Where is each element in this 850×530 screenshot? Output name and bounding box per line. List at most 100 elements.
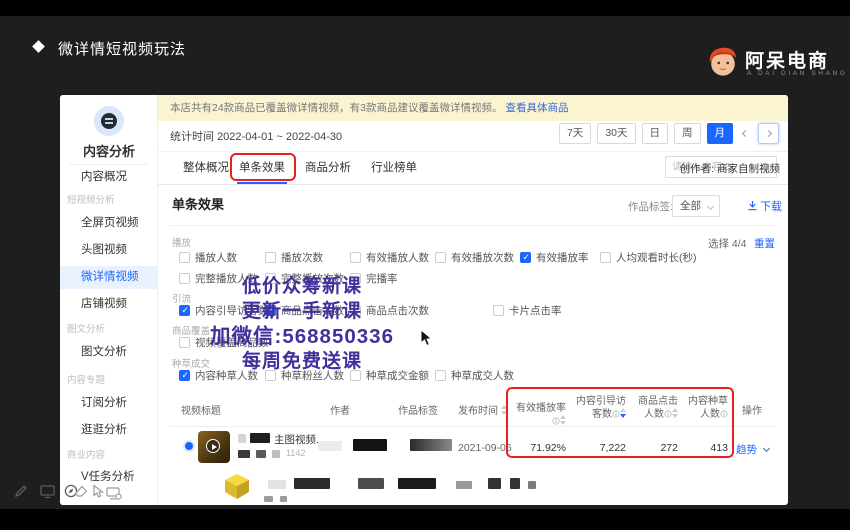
checkbox-effective-play-count[interactable]: 有效播放次数	[435, 250, 514, 265]
tag-filter-select[interactable]: 全部	[672, 195, 720, 217]
checkbox-icon	[179, 337, 190, 348]
next-period-button[interactable]	[758, 123, 779, 144]
divider	[158, 151, 788, 152]
redacted-box	[238, 450, 250, 458]
sidebar-item-shop-video[interactable]: 店铺视频	[60, 293, 158, 316]
checkbox-effective-play-rate[interactable]: 有效播放率	[520, 250, 589, 265]
checkbox-icon	[435, 370, 446, 381]
pen-tool-icon[interactable]	[14, 484, 28, 498]
redacted-box	[318, 441, 342, 451]
divider	[158, 184, 788, 185]
checkbox-effective-play-users[interactable]: 有效播放人数	[350, 250, 429, 265]
info-icon[interactable]	[664, 410, 672, 418]
col-action: 操作	[742, 402, 762, 417]
checkbox-guide-visitors[interactable]: 内容引导访客数	[179, 303, 269, 318]
redacted-box	[510, 478, 520, 489]
sidebar-item-guangguang-analysis[interactable]: 逛逛分析	[60, 419, 158, 442]
checkbox-seed-buyers[interactable]: 种草成交人数	[435, 368, 514, 383]
col-effective-play-rate[interactable]: 有效播放率	[510, 402, 566, 428]
reset-button[interactable]: 重置	[754, 236, 775, 251]
redacted-box	[272, 450, 280, 458]
pointer-tool-icon[interactable]	[92, 484, 105, 499]
sidebar-item-content-overview[interactable]: 内容概况	[60, 166, 158, 189]
checkbox-play-users[interactable]: 播放人数	[179, 250, 237, 265]
sidebar-title: 内容分析	[60, 141, 158, 160]
value-effective-play-rate: 71.92%	[510, 442, 566, 454]
checkbox-completion-rate[interactable]: 完播率	[350, 271, 398, 286]
checkbox-product-click-count[interactable]: 商品点击次数	[350, 303, 429, 318]
avatar	[94, 106, 124, 136]
sort-icon[interactable]	[501, 405, 507, 415]
range-month-button[interactable]: 月	[707, 123, 734, 144]
selection-count: 选择 4/4	[708, 236, 747, 251]
checkbox-video-coverage[interactable]: 视频覆盖商品数	[179, 335, 269, 350]
redacted-box	[353, 439, 387, 451]
info-icon[interactable]	[612, 410, 620, 418]
col-seed-users[interactable]: 内容种草人数	[682, 395, 728, 421]
prev-period-button[interactable]	[739, 123, 752, 144]
brand-name: 阿呆电商	[745, 46, 829, 73]
info-icon[interactable]	[720, 410, 728, 418]
range-day-button[interactable]: 日	[642, 123, 669, 144]
tab-overall[interactable]: 整体概况	[183, 159, 229, 175]
sort-desc-active-icon[interactable]	[620, 408, 626, 418]
sidebar-item-subscription-analysis[interactable]: 订阅分析	[60, 392, 158, 415]
tab-industry-ranking[interactable]: 行业榜单	[371, 159, 417, 175]
checkbox-seed-users[interactable]: 内容种草人数	[179, 368, 258, 383]
date-range-label: 统计时间 2022-04-01 ~ 2022-04-30	[170, 128, 342, 144]
tag-filter-label: 作品标签:	[628, 199, 673, 214]
redacted-box	[250, 433, 270, 443]
sidebar-item-head-image-video[interactable]: 头图视频	[60, 239, 158, 262]
chevron-left-icon	[742, 130, 749, 137]
app-window: 内容分析 内容概况 短视频分析 全屏页视频 头图视频 微详情视频 店铺视频 图文…	[60, 95, 788, 505]
video-thumbnail[interactable]	[198, 431, 230, 463]
redacted-box	[268, 480, 286, 489]
sidebar-item-micro-detail-video[interactable]: 微详情视频	[60, 266, 158, 289]
eraser-tool-icon[interactable]	[74, 485, 89, 498]
col-guide-visitors[interactable]: 内容引导访客数	[568, 395, 626, 421]
col-product-clicks[interactable]: 商品点击人数	[630, 395, 678, 421]
download-button[interactable]: 下载	[748, 198, 782, 214]
col-publish-date[interactable]: 发布时间	[458, 402, 507, 417]
col-video-title: 视频标题	[181, 402, 221, 417]
checkbox-seed-gmv[interactable]: 种草成交金额	[350, 368, 429, 383]
checkbox-avg-watch-time[interactable]: 人均观看时长(秒)	[600, 250, 697, 265]
whiteboard-tool-icon[interactable]	[40, 485, 55, 498]
download-icon	[748, 201, 757, 211]
sidebar-item-fullscreen-video[interactable]: 全屏页视频	[60, 212, 158, 235]
diamond-bullet-icon	[32, 40, 45, 53]
checkbox-product-click-users[interactable]: 商品点击人数	[265, 303, 344, 318]
info-icon[interactable]	[552, 417, 560, 425]
range-7d-button[interactable]: 7天	[559, 123, 591, 144]
col-author: 作者	[330, 402, 350, 417]
sidebar-section-content-topic: 内容专题	[67, 372, 105, 386]
sidebar-item-image-text-analysis[interactable]: 图文分析	[60, 341, 158, 364]
avatar-icon	[101, 113, 117, 129]
tab-single-item[interactable]: 单条效果	[239, 159, 285, 175]
notice-link[interactable]: 查看具体商品	[505, 102, 568, 114]
checkbox-seed-fans[interactable]: 种草粉丝人数	[265, 368, 344, 383]
trend-button[interactable]: 趋势	[736, 442, 769, 457]
video-meta-count: 1142	[286, 448, 305, 458]
brand-logo-icon	[706, 44, 740, 78]
brand-tagline: A DAI DIAN SHANG	[747, 70, 847, 77]
col-tag: 作品标签	[398, 402, 438, 417]
screen-share-tool-icon[interactable]	[106, 487, 122, 500]
checkbox-checked-icon	[179, 370, 190, 381]
value-product-clicks: 272	[630, 442, 678, 454]
checkbox-checked-icon	[179, 305, 190, 316]
checkbox-card-click-rate[interactable]: 卡片点击率	[493, 303, 562, 318]
sort-icon[interactable]	[672, 408, 678, 418]
range-30d-button[interactable]: 30天	[597, 123, 635, 144]
range-week-button[interactable]: 周	[674, 123, 701, 144]
tab-product-analysis[interactable]: 商品分析	[305, 159, 351, 175]
video-thumbnail-cube[interactable]	[222, 471, 252, 501]
checkbox-complete-play-users[interactable]: 完整播放人数	[179, 271, 258, 286]
sidebar-section-image-text: 图文分析	[67, 321, 105, 335]
checkbox-play-count[interactable]: 播放次数	[265, 250, 323, 265]
redacted-box	[398, 478, 436, 489]
checkbox-checked-icon	[265, 305, 276, 316]
sort-icon[interactable]	[560, 415, 566, 425]
row-radio-selected[interactable]	[185, 442, 193, 450]
checkbox-complete-play-count[interactable]: 完整播放次数	[265, 271, 344, 286]
